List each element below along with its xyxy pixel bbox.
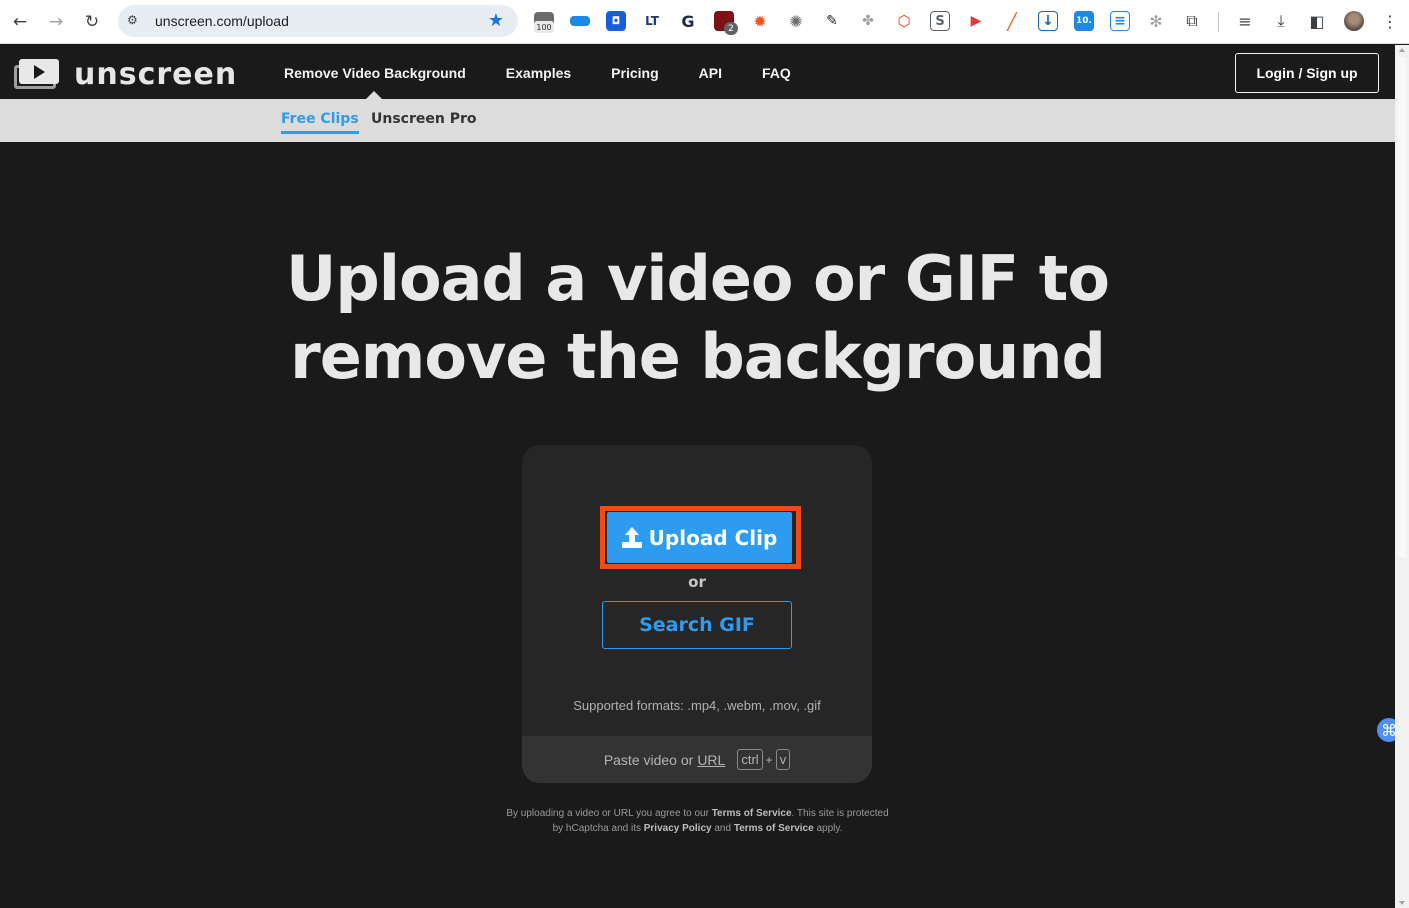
logo-text: unscreen xyxy=(74,56,238,92)
extension-icon-10[interactable]: ✤ xyxy=(858,11,878,31)
page-title-line-2: remove the background xyxy=(290,320,1106,393)
legal-text-2: . This site is protected xyxy=(791,808,889,819)
docs-icon[interactable]: ≡ xyxy=(1110,11,1130,31)
site-header: unscreen Remove Video Background Example… xyxy=(0,45,1395,99)
main-nav: Remove Video Background Examples Pricing… xyxy=(284,65,831,81)
media-control-icon[interactable]: ≡ xyxy=(1234,10,1256,32)
upload-card: Upload Clip or Search GIF Supported form… xyxy=(522,445,872,783)
profile-avatar[interactable] xyxy=(1344,11,1364,31)
privacy-policy-link[interactable]: Privacy Policy xyxy=(644,823,712,834)
download-ext-icon[interactable]: ↓ xyxy=(1038,11,1058,31)
key-plus: + xyxy=(765,752,773,767)
downloads-icon[interactable]: ⤓ xyxy=(1270,10,1292,32)
search-gif-button[interactable]: Search GIF xyxy=(602,601,792,649)
legal-apply: apply. xyxy=(816,823,843,834)
upload-clip-label: Upload Clip xyxy=(648,525,778,550)
supported-formats: Supported formats: .mp4, .webm, .mov, .g… xyxy=(573,698,821,713)
site-logo[interactable]: unscreen xyxy=(14,56,238,92)
upload-clip-button[interactable]: Upload Clip xyxy=(607,512,792,563)
extension-badge-2: 2 xyxy=(724,22,738,35)
or-separator: or xyxy=(688,573,706,591)
paste-bar: Paste video or URL ctrl + v xyxy=(522,736,872,783)
extension-icon-12[interactable]: S xyxy=(930,11,950,31)
scroll-up-icon[interactable] xyxy=(1399,48,1405,52)
extension-icon-16[interactable]: 10. xyxy=(1074,11,1094,31)
extension-icon-4[interactable]: LT xyxy=(642,11,662,31)
page-title: Upload a video or GIF to remove the back… xyxy=(0,240,1395,396)
login-signup-button[interactable]: Login / Sign up xyxy=(1235,53,1379,93)
nav-pricing[interactable]: Pricing xyxy=(611,65,658,81)
extension-badge: 100 xyxy=(534,21,554,33)
scroll-down-icon[interactable] xyxy=(1399,901,1405,905)
bookmark-star-icon[interactable]: ★ xyxy=(488,10,504,31)
site-settings-icon[interactable]: ⚙ xyxy=(127,13,143,29)
key-v: v xyxy=(775,749,791,770)
nav-api[interactable]: API xyxy=(699,65,722,81)
grammarly-icon[interactable]: G xyxy=(678,11,698,31)
nav-remove-video-background[interactable]: Remove Video Background xyxy=(284,65,466,81)
browser-toolbar: ← → ↻ ⚙ unscreen.com/upload ★ 100 ◘ LT G… xyxy=(0,0,1409,44)
legal-notice: By uploading a video or URL you agree to… xyxy=(0,806,1395,836)
legal-text-1: By uploading a video or URL you agree to… xyxy=(506,808,709,819)
tab-unscreen-pro[interactable]: Unscreen Pro xyxy=(371,111,477,127)
reload-icon[interactable]: ↻ xyxy=(79,9,105,35)
bitwarden-icon[interactable]: ◘ xyxy=(606,11,626,31)
terms-of-service-link-2[interactable]: Terms of Service xyxy=(734,823,814,834)
sub-nav: Free Clips Unscreen Pro xyxy=(0,99,1395,142)
toolbar-divider xyxy=(1218,12,1219,32)
page-title-line-1: Upload a video or GIF to xyxy=(286,242,1110,315)
pen-icon[interactable]: ╱ xyxy=(1002,11,1022,31)
scrollbar-thumb[interactable] xyxy=(1398,57,1406,557)
address-url[interactable]: unscreen.com/upload xyxy=(155,13,289,29)
page-scrollbar[interactable] xyxy=(1395,45,1409,908)
nav-examples[interactable]: Examples xyxy=(506,65,571,81)
nav-faq[interactable]: FAQ xyxy=(762,65,791,81)
paste-text: Paste video or xyxy=(603,751,694,768)
upload-icon xyxy=(621,526,642,549)
eyedropper-icon[interactable]: ✎ xyxy=(822,11,842,31)
key-ctrl: ctrl xyxy=(737,749,763,770)
paste-url-link[interactable]: URL xyxy=(697,752,725,768)
extension-icon-18[interactable]: ✻ xyxy=(1146,11,1166,31)
back-icon[interactable]: ← xyxy=(7,9,33,35)
extension-icon-8[interactable]: ✺ xyxy=(786,11,806,31)
legal-and: and xyxy=(714,823,732,834)
menu-dots-icon[interactable]: ⋮ xyxy=(1379,10,1401,32)
logo-icon xyxy=(14,59,60,89)
gear-orange-icon[interactable]: ✹ xyxy=(750,11,770,31)
upload-button-highlight: Upload Clip xyxy=(600,506,801,569)
extension-icon-2[interactable] xyxy=(570,16,590,26)
active-nav-caret xyxy=(366,91,382,99)
side-panel-icon[interactable]: ◧ xyxy=(1306,10,1328,32)
extension-icon-13[interactable]: ▶ xyxy=(966,11,986,31)
terms-of-service-link[interactable]: Terms of Service xyxy=(712,808,792,819)
extensions-puzzle-icon[interactable]: ⧉ xyxy=(1181,10,1203,32)
address-bar[interactable]: ⚙ unscreen.com/upload ★ xyxy=(118,5,518,37)
extension-icon-11[interactable]: ⬡ xyxy=(894,11,914,31)
tab-free-clips[interactable]: Free Clips xyxy=(281,111,359,134)
legal-text-3: by hCaptcha and its xyxy=(552,823,641,834)
forward-icon[interactable]: → xyxy=(43,9,69,35)
